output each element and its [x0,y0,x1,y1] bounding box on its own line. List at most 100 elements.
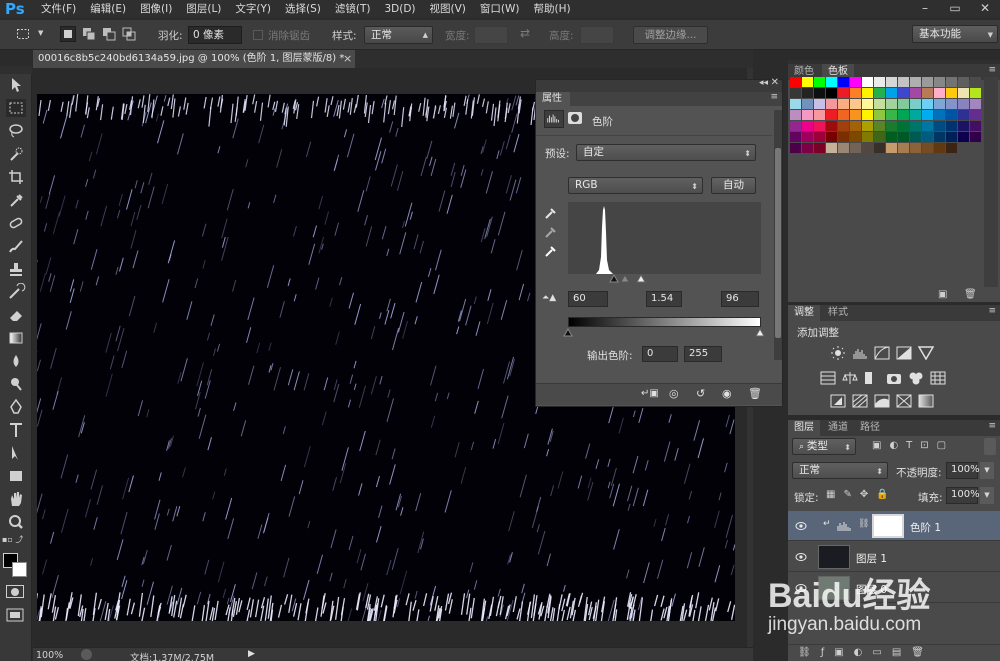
color-swatch[interactable] [922,132,933,142]
color-swatch[interactable] [850,143,861,153]
color-swatch[interactable] [874,77,885,87]
dodge-tool-icon[interactable] [6,375,26,393]
color-swatch[interactable] [850,121,861,131]
menu-item[interactable]: 帮助(H) [527,0,578,18]
type-tool-icon[interactable] [6,421,26,439]
output-sliders[interactable] [562,328,767,337]
color-swatch[interactable] [802,110,813,120]
color-swatch[interactable] [802,77,813,87]
color-swatch[interactable] [934,99,945,109]
fill-field[interactable]: 100% [946,487,980,504]
color-swatch[interactable] [814,121,825,131]
link-icon[interactable]: ⛓ [858,519,869,529]
workspace-select[interactable]: 基本功能 ▼ [912,25,998,43]
color-swatch[interactable] [910,121,921,131]
color-swatch[interactable] [934,88,945,98]
color-swatch[interactable] [802,88,813,98]
document-tab[interactable]: 00016c8b5c240bd6134a59.jpg @ 100% (色阶 1,… [33,50,355,68]
color-swatch[interactable] [946,88,957,98]
zoom-level[interactable]: 100% [36,650,63,661]
healing-brush-tool-icon[interactable] [6,214,26,232]
channel-mixer-icon[interactable] [908,371,924,385]
color-swatch[interactable] [910,132,921,142]
color-swatch[interactable] [838,121,849,131]
input-gamma-field[interactable]: 1.54 [646,291,682,307]
color-swatch[interactable] [850,110,861,120]
color-swatch[interactable] [898,99,909,109]
exposure-icon[interactable] [896,346,912,360]
gradient-tool-icon[interactable] [6,329,26,347]
color-swatch[interactable] [790,88,801,98]
layer-mask-thumbnail[interactable] [872,514,904,538]
color-swatch[interactable] [970,88,981,98]
menu-item[interactable]: 图层(L) [179,0,228,18]
background-color-swatch[interactable] [12,562,27,577]
color-swatch[interactable] [922,77,933,87]
menu-item[interactable]: 文件(F) [34,0,83,18]
color-swatch[interactable] [970,121,981,131]
default-colors-icon[interactable]: ▪▫ ⤴ [2,534,23,545]
pen-tool-icon[interactable] [6,398,26,416]
zoom-tool-icon[interactable] [6,513,26,531]
color-swatch[interactable] [790,121,801,131]
color-swatch[interactable] [958,99,969,109]
black-white-icon[interactable] [864,371,880,385]
color-swatch[interactable] [814,132,825,142]
white-point-eyedropper-icon[interactable] [544,244,558,258]
color-swatch[interactable] [814,77,825,87]
color-swatch[interactable] [886,110,897,120]
blur-tool-icon[interactable] [6,352,26,370]
collapse-panel-icon[interactable]: ◂◂ [759,78,768,88]
color-swatch[interactable] [850,77,861,87]
swatches-scrollbar[interactable] [984,77,998,287]
levels-icon[interactable] [852,346,868,360]
color-swatch[interactable] [826,99,837,109]
color-swatch[interactable] [838,110,849,120]
screen-mode-icon[interactable] [6,608,24,622]
maximize-icon[interactable]: ▭ [940,0,970,18]
color-swatch[interactable] [814,110,825,120]
color-swatch[interactable] [934,110,945,120]
menu-item[interactable]: 视图(V) [423,0,473,18]
color-swatch[interactable] [970,77,981,87]
color-swatch[interactable] [946,143,957,153]
color-swatch[interactable] [862,121,873,131]
color-swatch[interactable] [946,132,957,142]
color-swatch[interactable] [826,143,837,153]
layer-visibility-eye-icon[interactable] [795,552,807,562]
color-swatch[interactable] [934,132,945,142]
tab-paths[interactable]: 路径 [854,420,886,436]
fill-dropdown-icon[interactable]: ▼ [980,487,994,504]
preset-select[interactable]: 自定 ⬍ [576,144,756,161]
panel-menu-icon[interactable]: ≡ [988,421,996,431]
status-menu-arrow-icon[interactable]: ▶ [248,649,255,659]
eraser-tool-icon[interactable] [6,306,26,324]
color-swatch[interactable] [874,121,885,131]
color-swatch[interactable] [922,110,933,120]
filter-toggle[interactable] [984,438,996,455]
color-swatch[interactable] [802,143,813,153]
menu-item[interactable]: 窗口(W) [473,0,527,18]
minimize-icon[interactable]: – [910,0,940,18]
color-swatch[interactable] [958,132,969,142]
color-swatch[interactable] [826,132,837,142]
delete-adjustment-icon[interactable]: 🗑 [748,387,762,400]
color-swatch[interactable] [790,99,801,109]
move-tool-icon[interactable] [6,76,26,94]
color-swatch[interactable] [802,99,813,109]
color-swatch[interactable] [802,132,813,142]
color-swatch[interactable] [934,143,945,153]
color-swatch[interactable] [802,121,813,131]
layers-footer-icons[interactable]: ⛓ƒ▣◐▭▤🗑 [798,647,934,658]
menu-item[interactable]: 文字(Y) [228,0,278,18]
layer-name[interactable]: 色阶 1 [910,520,941,535]
color-swatch[interactable] [826,121,837,131]
gray-point-eyedropper-icon[interactable] [544,225,558,239]
intersect-selection-icon[interactable] [122,27,136,41]
black-point-eyedropper-icon[interactable] [544,206,558,220]
curves-icon[interactable] [874,346,890,360]
color-swatch[interactable] [838,99,849,109]
clone-stamp-tool-icon[interactable] [6,260,26,278]
new-swatch-icon[interactable]: ▣ [938,289,947,300]
selective-color-icon[interactable] [896,394,912,408]
